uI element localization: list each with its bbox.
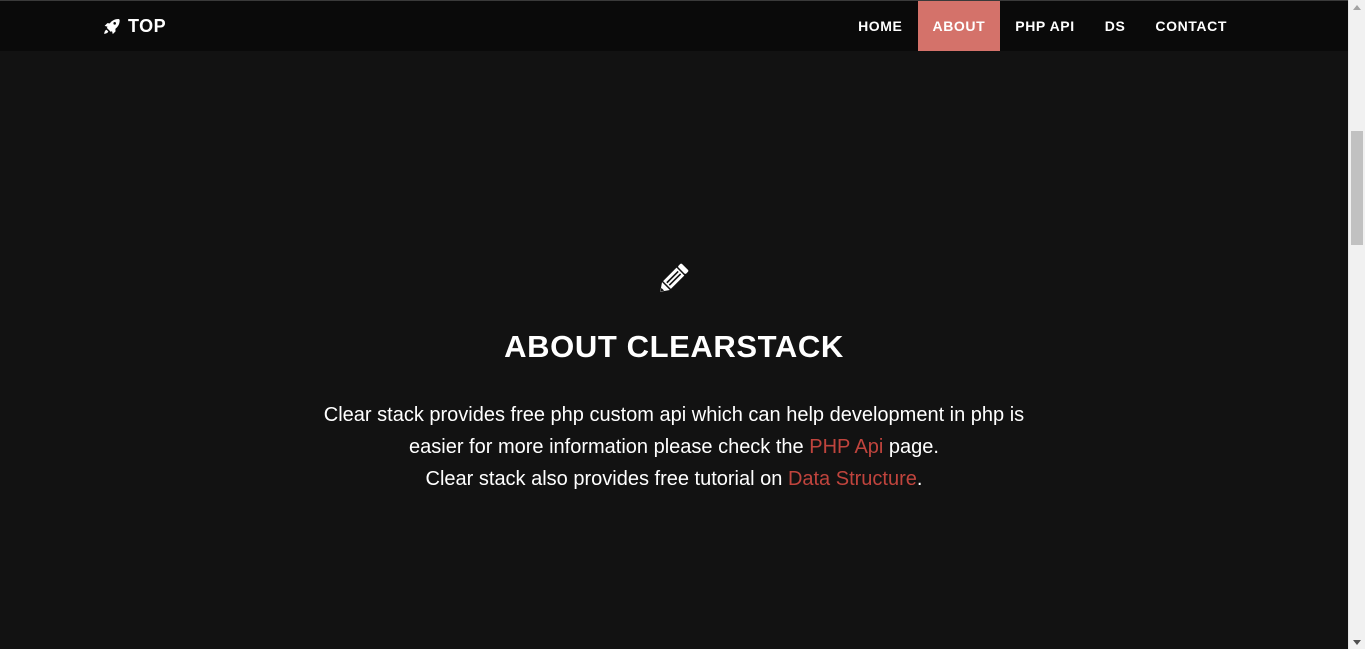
pencil-icon: [654, 260, 692, 298]
brand-link[interactable]: TOP: [103, 1, 166, 51]
description-text: .: [916, 468, 923, 490]
nav-item-label: ABOUT: [932, 18, 986, 34]
nav-item-contact[interactable]: CONTACT: [1140, 1, 1242, 51]
description-text: page.: [883, 436, 939, 458]
description-text: Clear stack also provides free tutorial …: [425, 468, 788, 490]
scroll-up-arrow-icon[interactable]: [1349, 0, 1365, 14]
nav-item-home[interactable]: HOME: [843, 1, 917, 51]
nav-item-about[interactable]: ABOUT: [917, 1, 1001, 51]
description-line-2: easier for more information please check…: [0, 431, 1348, 463]
description-text: easier for more information please check…: [409, 436, 810, 458]
page: TOP HOME ABOUT PHP API DS CONTACT ABOUT …: [0, 0, 1365, 649]
nav-item-ds[interactable]: DS: [1090, 1, 1141, 51]
section-title: ABOUT CLEARSTACK: [504, 329, 844, 364]
nav-item-php-api[interactable]: PHP API: [1000, 1, 1089, 51]
brand-label: TOP: [128, 15, 167, 36]
nav-item-label: DS: [1104, 18, 1126, 34]
description-line-3: Clear stack also provides free tutorial …: [0, 463, 1348, 495]
php-api-link[interactable]: PHP Api: [809, 436, 883, 458]
nav-item-label: CONTACT: [1155, 18, 1227, 34]
scroll-down-arrow-icon[interactable]: [1349, 635, 1365, 649]
nav-item-label: HOME: [858, 18, 903, 34]
rocket-icon: [104, 18, 120, 34]
nav-item-label: PHP API: [1015, 18, 1075, 34]
navbar: TOP HOME ABOUT PHP API DS CONTACT: [0, 1, 1348, 51]
section-description: Clear stack provides free php custom api…: [0, 399, 1348, 495]
nav-menu: HOME ABOUT PHP API DS CONTACT: [843, 1, 1242, 51]
vertical-scrollbar[interactable]: [1348, 0, 1365, 649]
scrollbar-thumb[interactable]: [1351, 131, 1363, 245]
data-structure-link[interactable]: Data Structure: [788, 468, 917, 490]
description-line-1: Clear stack provides free php custom api…: [323, 404, 1025, 426]
